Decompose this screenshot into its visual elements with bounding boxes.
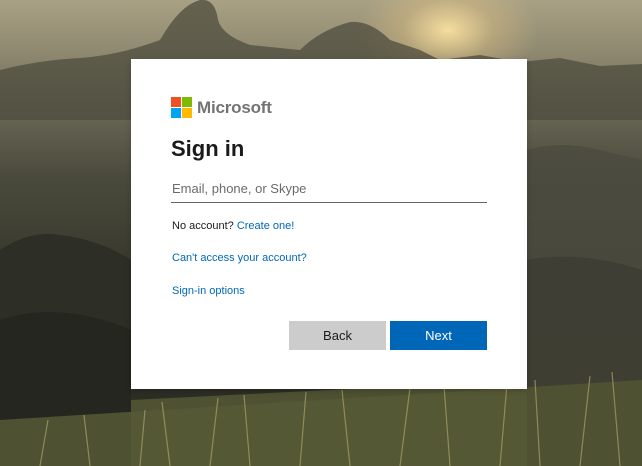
logo-yellow-square	[182, 108, 192, 118]
signin-card: Microsoft Sign in No account? Create one…	[131, 59, 527, 389]
email-field[interactable]	[171, 175, 487, 203]
signin-options-link[interactable]: Sign-in options	[172, 285, 245, 297]
signin-options-row: Sign-in options	[172, 285, 245, 297]
microsoft-logo: Microsoft	[171, 97, 272, 118]
logo-blue-square	[171, 108, 181, 118]
no-account-row: No account? Create one!	[172, 220, 294, 232]
no-account-text: No account?	[172, 220, 237, 232]
logo-green-square	[182, 97, 192, 107]
back-button[interactable]: Back	[289, 321, 386, 350]
create-account-link[interactable]: Create one!	[237, 220, 294, 232]
page-title: Sign in	[171, 136, 245, 161]
microsoft-logo-icon	[171, 97, 192, 118]
cant-access-row: Can't access your account?	[172, 252, 307, 264]
cant-access-link[interactable]: Can't access your account?	[172, 252, 307, 264]
next-button[interactable]: Next	[390, 321, 487, 350]
logo-red-square	[171, 97, 181, 107]
brand-name: Microsoft	[197, 97, 272, 117]
